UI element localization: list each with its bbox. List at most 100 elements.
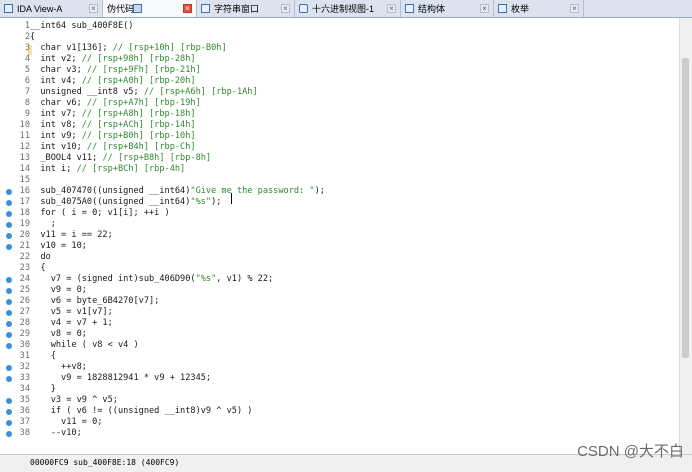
code-text: {	[30, 351, 56, 361]
code-text: int v9; // [rsp+B0h] [rbp-10h]	[30, 131, 196, 141]
tab-ida-view-a[interactable]: IDA View-A ×	[0, 0, 103, 17]
code-line[interactable]: 9 int v7; // [rsp+A8h] [rbp-18h]	[0, 109, 660, 120]
code-line[interactable]: 15	[0, 175, 660, 186]
code-line[interactable]: 13 _BOOL4 v11; // [rsp+B8h] [rbp-8h]	[0, 153, 660, 164]
line-number: 23	[19, 263, 30, 273]
line-number: 27	[19, 307, 30, 317]
close-icon[interactable]: ×	[387, 4, 396, 13]
code-text: _BOOL4 v11; // [rsp+B8h] [rbp-8h]	[30, 153, 212, 163]
code-text: v10 = 10;	[30, 241, 87, 251]
code-line[interactable]: 12 int v10; // [rsp+B4h] [rbp-Ch]	[0, 142, 660, 153]
code-line[interactable]: 32 ++v8;	[0, 362, 660, 373]
code-text: sub_4075A0((unsigned __int64)"%s");	[30, 197, 222, 207]
code-text: int v2; // [rsp+98h] [rbp-28h]	[30, 54, 196, 64]
code-line[interactable]: 10 int v8; // [rsp+ACh] [rbp-14h]	[0, 120, 660, 131]
code-line[interactable]: 30 while ( v8 < v4 )	[0, 340, 660, 351]
code-text: for ( i = 0; v1[i]; ++i )	[30, 208, 170, 218]
code-text: v8 = 0;	[30, 329, 87, 339]
code-line[interactable]: 1 __int64 sub_400F8E()	[0, 21, 660, 32]
code-line[interactable]: 18 for ( i = 0; v1[i]; ++i )	[0, 208, 660, 219]
code-line[interactable]: 27 v5 = v1[v7];	[0, 307, 660, 318]
code-line[interactable]: 3 char v1[136]; // [rsp+10h] [rbp-B0h]	[0, 43, 660, 54]
code-line[interactable]: 33 v9 = 1828812941 * v9 + 12345;	[0, 373, 660, 384]
code-text: char v1[136]; // [rsp+10h] [rbp-B0h]	[30, 43, 227, 53]
tab-enums[interactable]: 枚举 ×	[494, 0, 584, 17]
code-line[interactable]: 31 {	[0, 351, 660, 362]
code-line[interactable]: 28 v4 = v7 + 1;	[0, 318, 660, 329]
code-line[interactable]: 17 sub_4075A0((unsigned __int64)"%s");	[0, 197, 660, 208]
tab-bar: IDA View-A × 伪代码 × 字符串窗口 × 十六进制视图-1 × 结构…	[0, 0, 692, 18]
code-text: char v3; // [rsp+9Fh] [rbp-21h]	[30, 65, 201, 75]
line-number: 25	[19, 285, 30, 295]
code-line[interactable]: 21 v10 = 10;	[0, 241, 660, 252]
code-text: {	[30, 32, 36, 42]
close-icon[interactable]: ×	[281, 4, 290, 13]
line-number: 34	[19, 384, 30, 394]
structures-icon	[405, 4, 414, 13]
line-number: 33	[19, 373, 30, 383]
code-line[interactable]: 29 v8 = 0;	[0, 329, 660, 340]
tab-structures[interactable]: 结构体 ×	[401, 0, 494, 17]
line-number: 15	[19, 175, 30, 185]
close-icon[interactable]: ×	[570, 4, 579, 13]
code-line[interactable]: 6 int v4; // [rsp+A0h] [rbp-20h]	[0, 76, 660, 87]
code-text: int v4; // [rsp+A0h] [rbp-20h]	[30, 76, 196, 86]
code-line[interactable]: 14 int i; // [rsp+BCh] [rbp-4h]	[0, 164, 660, 175]
code-line[interactable]: 23 {	[0, 263, 660, 274]
code-line[interactable]: 22 do	[0, 252, 660, 263]
code-line[interactable]: 19 ;	[0, 219, 660, 230]
line-number: 29	[19, 329, 30, 339]
tab-hex-view[interactable]: 十六进制视图-1 ×	[295, 0, 401, 17]
code-text: int v8; // [rsp+ACh] [rbp-14h]	[30, 120, 196, 130]
line-number: 12	[19, 142, 30, 152]
code-line[interactable]: 25 v9 = 0;	[0, 285, 660, 296]
close-icon[interactable]: ×	[89, 4, 98, 13]
code-line[interactable]: 20 v11 = i == 22;	[0, 230, 660, 241]
tab-pseudocode[interactable]: 伪代码 ×	[103, 0, 197, 17]
hex-view-icon	[299, 4, 308, 13]
code-text: v3 = v9 ^ v5;	[30, 395, 118, 405]
code-line[interactable]: 35 v3 = v9 ^ v5;	[0, 395, 660, 406]
line-number: 22	[19, 252, 30, 262]
code-line[interactable]: 11 int v9; // [rsp+B0h] [rbp-10h]	[0, 131, 660, 142]
tab-label: IDA View-A	[17, 3, 63, 14]
code-text: int v10; // [rsp+B4h] [rbp-Ch]	[30, 142, 196, 152]
line-number: 35	[19, 395, 30, 405]
code-line[interactable]: 8 char v6; // [rsp+A7h] [rbp-19h]	[0, 98, 660, 109]
tab-strings[interactable]: 字符串窗口 ×	[197, 0, 295, 17]
code-line[interactable]: 2{	[0, 32, 660, 43]
tab-label: 十六进制视图-1	[312, 4, 375, 14]
pseudocode-view[interactable]: 1 __int64 sub_400F8E() 2{3 char v1[136]; /…	[0, 18, 692, 454]
line-number: 31	[19, 351, 30, 361]
code-line[interactable]: 24 v7 = (signed int)sub_406D90("%s", v1)…	[0, 274, 660, 285]
code-text: __int64 sub_400F8E()	[30, 21, 134, 31]
code-text: while ( v8 < v4 )	[30, 340, 139, 350]
code-line[interactable]: 37 v11 = 0;	[0, 417, 660, 428]
code-line[interactable]: 7 unsigned __int8 v5; // [rsp+A6h] [rbp-…	[0, 87, 660, 98]
line-number: 3	[24, 43, 30, 53]
line-number: 14	[19, 164, 30, 174]
code-text: }	[30, 384, 56, 394]
scrollbar-thumb[interactable]	[682, 58, 689, 358]
vertical-scrollbar[interactable]	[679, 18, 692, 454]
line-number: 8	[24, 98, 30, 108]
code-text: v11 = i == 22;	[30, 230, 113, 240]
line-number: 7	[24, 87, 30, 97]
tab-label: 结构体	[418, 4, 446, 14]
close-icon[interactable]: ×	[480, 4, 489, 13]
close-icon[interactable]: ×	[183, 4, 192, 13]
code-text: do	[30, 252, 51, 262]
line-number: 26	[19, 296, 30, 306]
code-line[interactable]: 36 if ( v6 != ((unsigned __int8)v9 ^ v5)…	[0, 406, 660, 417]
code-line[interactable]: 16 sub_407470((unsigned __int64)"Give me…	[0, 186, 660, 197]
code-line[interactable]: 4 int v2; // [rsp+98h] [rbp-28h]	[0, 54, 660, 65]
code-text: if ( v6 != ((unsigned __int8)v9 ^ v5) )	[30, 406, 253, 416]
line-number: 21	[19, 241, 30, 251]
code-text: sub_407470((unsigned __int64)"Give me th…	[30, 186, 325, 196]
code-line[interactable]: 34 }	[0, 384, 660, 395]
line-number: 24	[19, 274, 30, 284]
code-line[interactable]: 38 --v10;	[0, 428, 660, 439]
code-line[interactable]: 26 v6 = byte_6B4270[v7];	[0, 296, 660, 307]
enums-icon	[498, 4, 507, 13]
code-line[interactable]: 5 char v3; // [rsp+9Fh] [rbp-21h]	[0, 65, 660, 76]
